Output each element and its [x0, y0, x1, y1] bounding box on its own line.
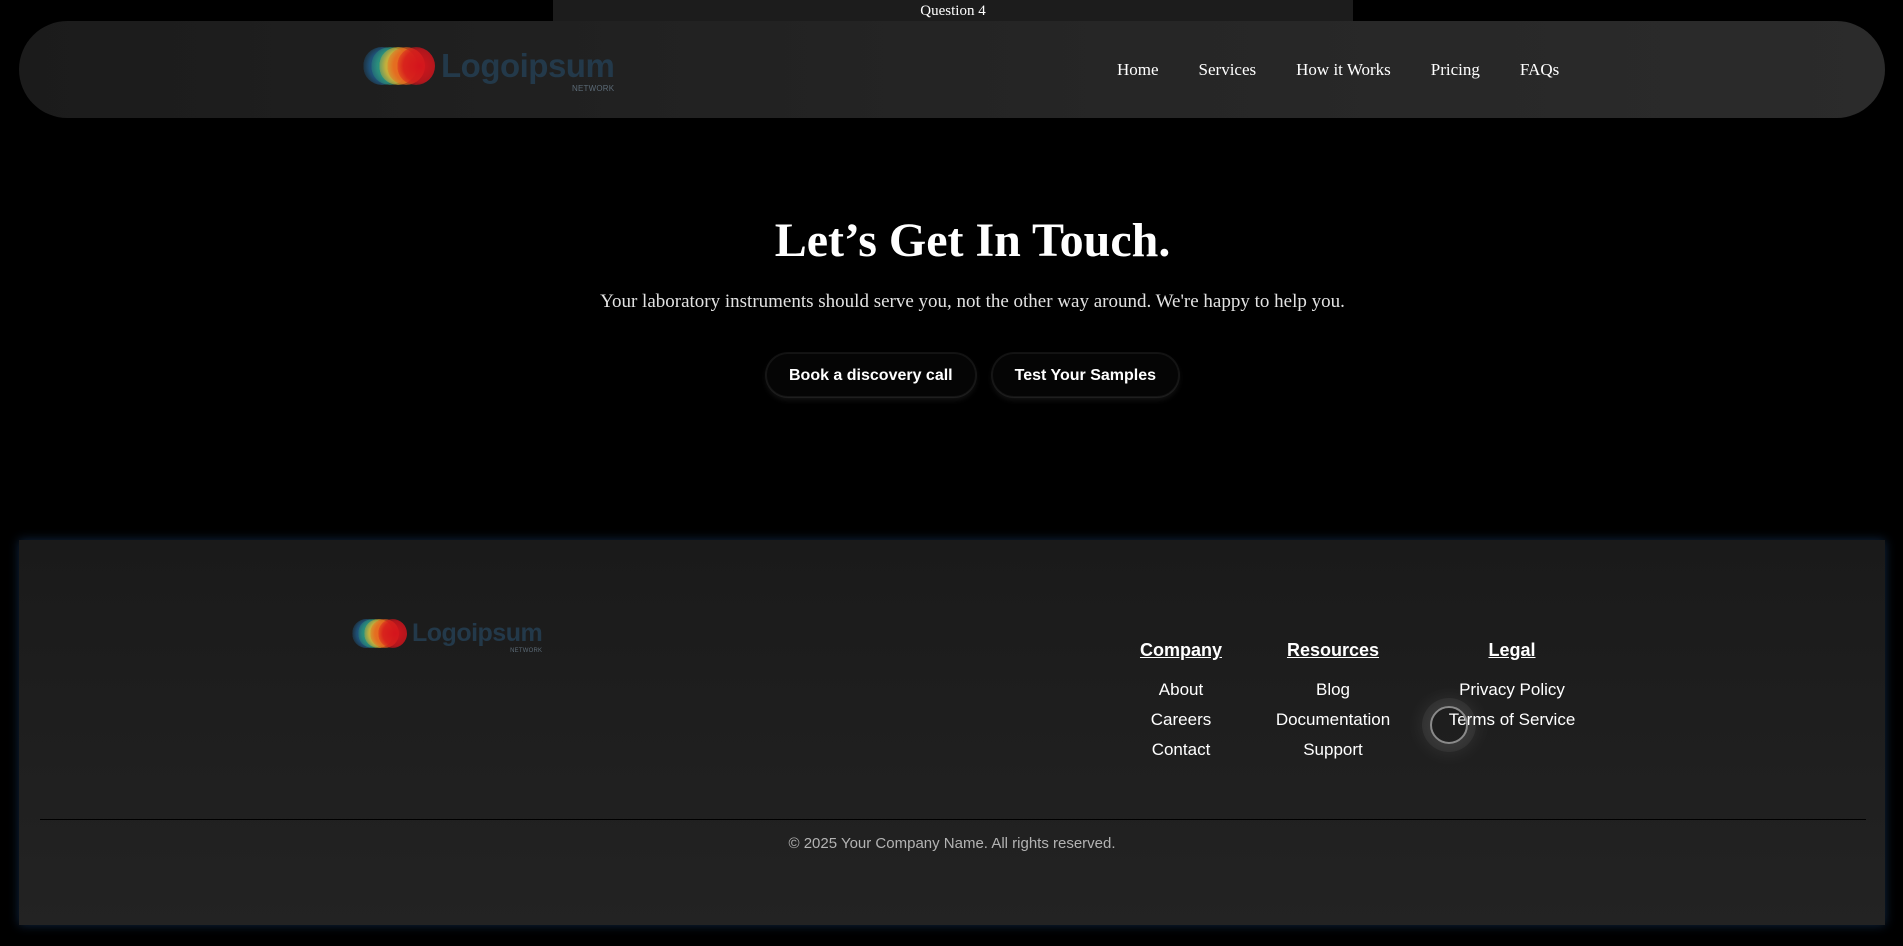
logo-mark-icon [363, 47, 435, 85]
footer-column-title[interactable]: Legal [1422, 640, 1602, 661]
nav-link-services[interactable]: Services [1199, 60, 1257, 80]
footer-link-blog[interactable]: Blog [1258, 675, 1408, 705]
cursor-indicator [1430, 706, 1468, 744]
nav-link-pricing[interactable]: Pricing [1431, 60, 1480, 80]
primary-nav: Home Services How it Works Pricing FAQs [1117, 21, 1599, 118]
footer-column-title[interactable]: Resources [1258, 640, 1408, 661]
logo-tagline: NETWORK [510, 648, 543, 654]
logo-wordmark: Logoipsum [441, 47, 615, 84]
footer-link-about[interactable]: About [1106, 675, 1256, 705]
nav-link-home[interactable]: Home [1117, 60, 1159, 80]
logo-tagline: NETWORK [572, 84, 615, 93]
footer-link-documentation[interactable]: Documentation [1258, 705, 1408, 735]
hero-title: Let’s Get In Touch. [774, 214, 1171, 267]
logo-wordmark: Logoipsum [412, 619, 543, 647]
header-logo[interactable]: Logoipsum NETWORK [363, 47, 615, 93]
nav-link-how-it-works[interactable]: How it Works [1296, 60, 1391, 80]
hero-subtitle: Your laboratory instruments should serve… [600, 291, 1345, 312]
top-navbar: Logoipsum NETWORK Home Services How it W… [19, 21, 1885, 118]
nav-link-faqs[interactable]: FAQs [1520, 60, 1559, 80]
footer-divider [40, 819, 1866, 820]
footer-column-company: Company About Careers Contact [1106, 640, 1256, 765]
logo-mark-icon [352, 619, 407, 648]
footer-link-contact[interactable]: Contact [1106, 735, 1256, 765]
footer-column-title[interactable]: Company [1106, 640, 1256, 661]
hero-cta-row: Book a discovery call Test Your Samples [0, 353, 1903, 397]
footer-link-support[interactable]: Support [1258, 735, 1408, 765]
footer-column-resources: Resources Blog Documentation Support [1258, 640, 1408, 765]
footer-link-careers[interactable]: Careers [1106, 705, 1256, 735]
footer-link-privacy-policy[interactable]: Privacy Policy [1422, 675, 1602, 705]
footer-logo[interactable]: Logoipsum NETWORK [352, 619, 543, 654]
question-label: Question 4 [920, 3, 986, 19]
question-bar: Question 4 [553, 0, 1353, 22]
book-discovery-call-button[interactable]: Book a discovery call [765, 353, 976, 397]
site-footer: Logoipsum NETWORK Company About Careers … [19, 540, 1885, 925]
copyright-text: © 2025 Your Company Name. All rights res… [788, 835, 1116, 852]
test-samples-button[interactable]: Test Your Samples [991, 353, 1180, 397]
